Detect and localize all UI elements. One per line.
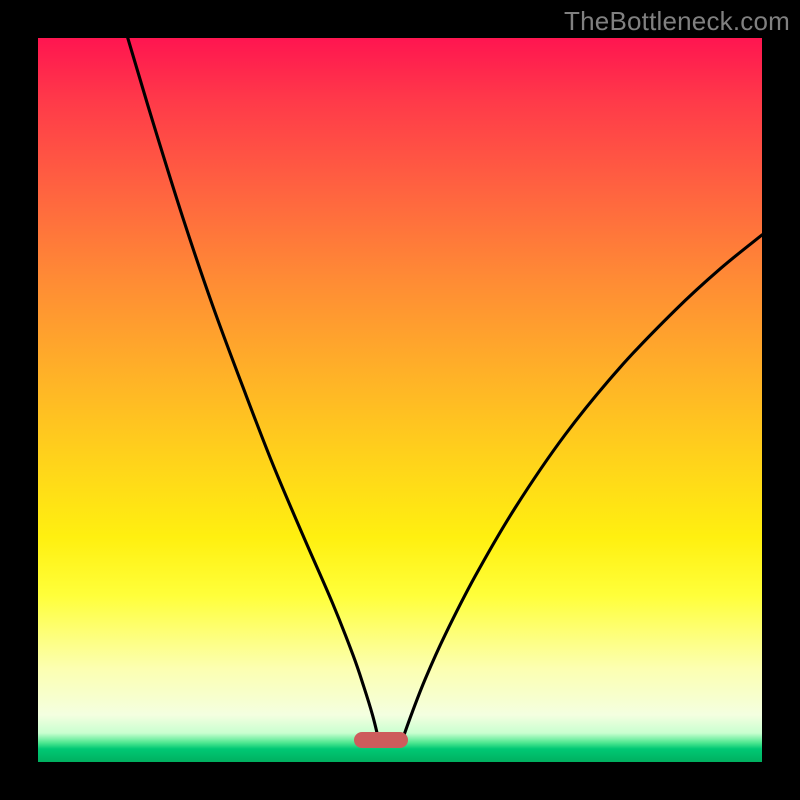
optimal-region-marker — [354, 732, 408, 748]
bottleneck-chart — [38, 38, 762, 762]
right-bottleneck-curve — [403, 235, 762, 738]
left-bottleneck-curve — [128, 38, 379, 738]
watermark-text: TheBottleneck.com — [564, 6, 790, 37]
curve-svg — [38, 38, 762, 762]
